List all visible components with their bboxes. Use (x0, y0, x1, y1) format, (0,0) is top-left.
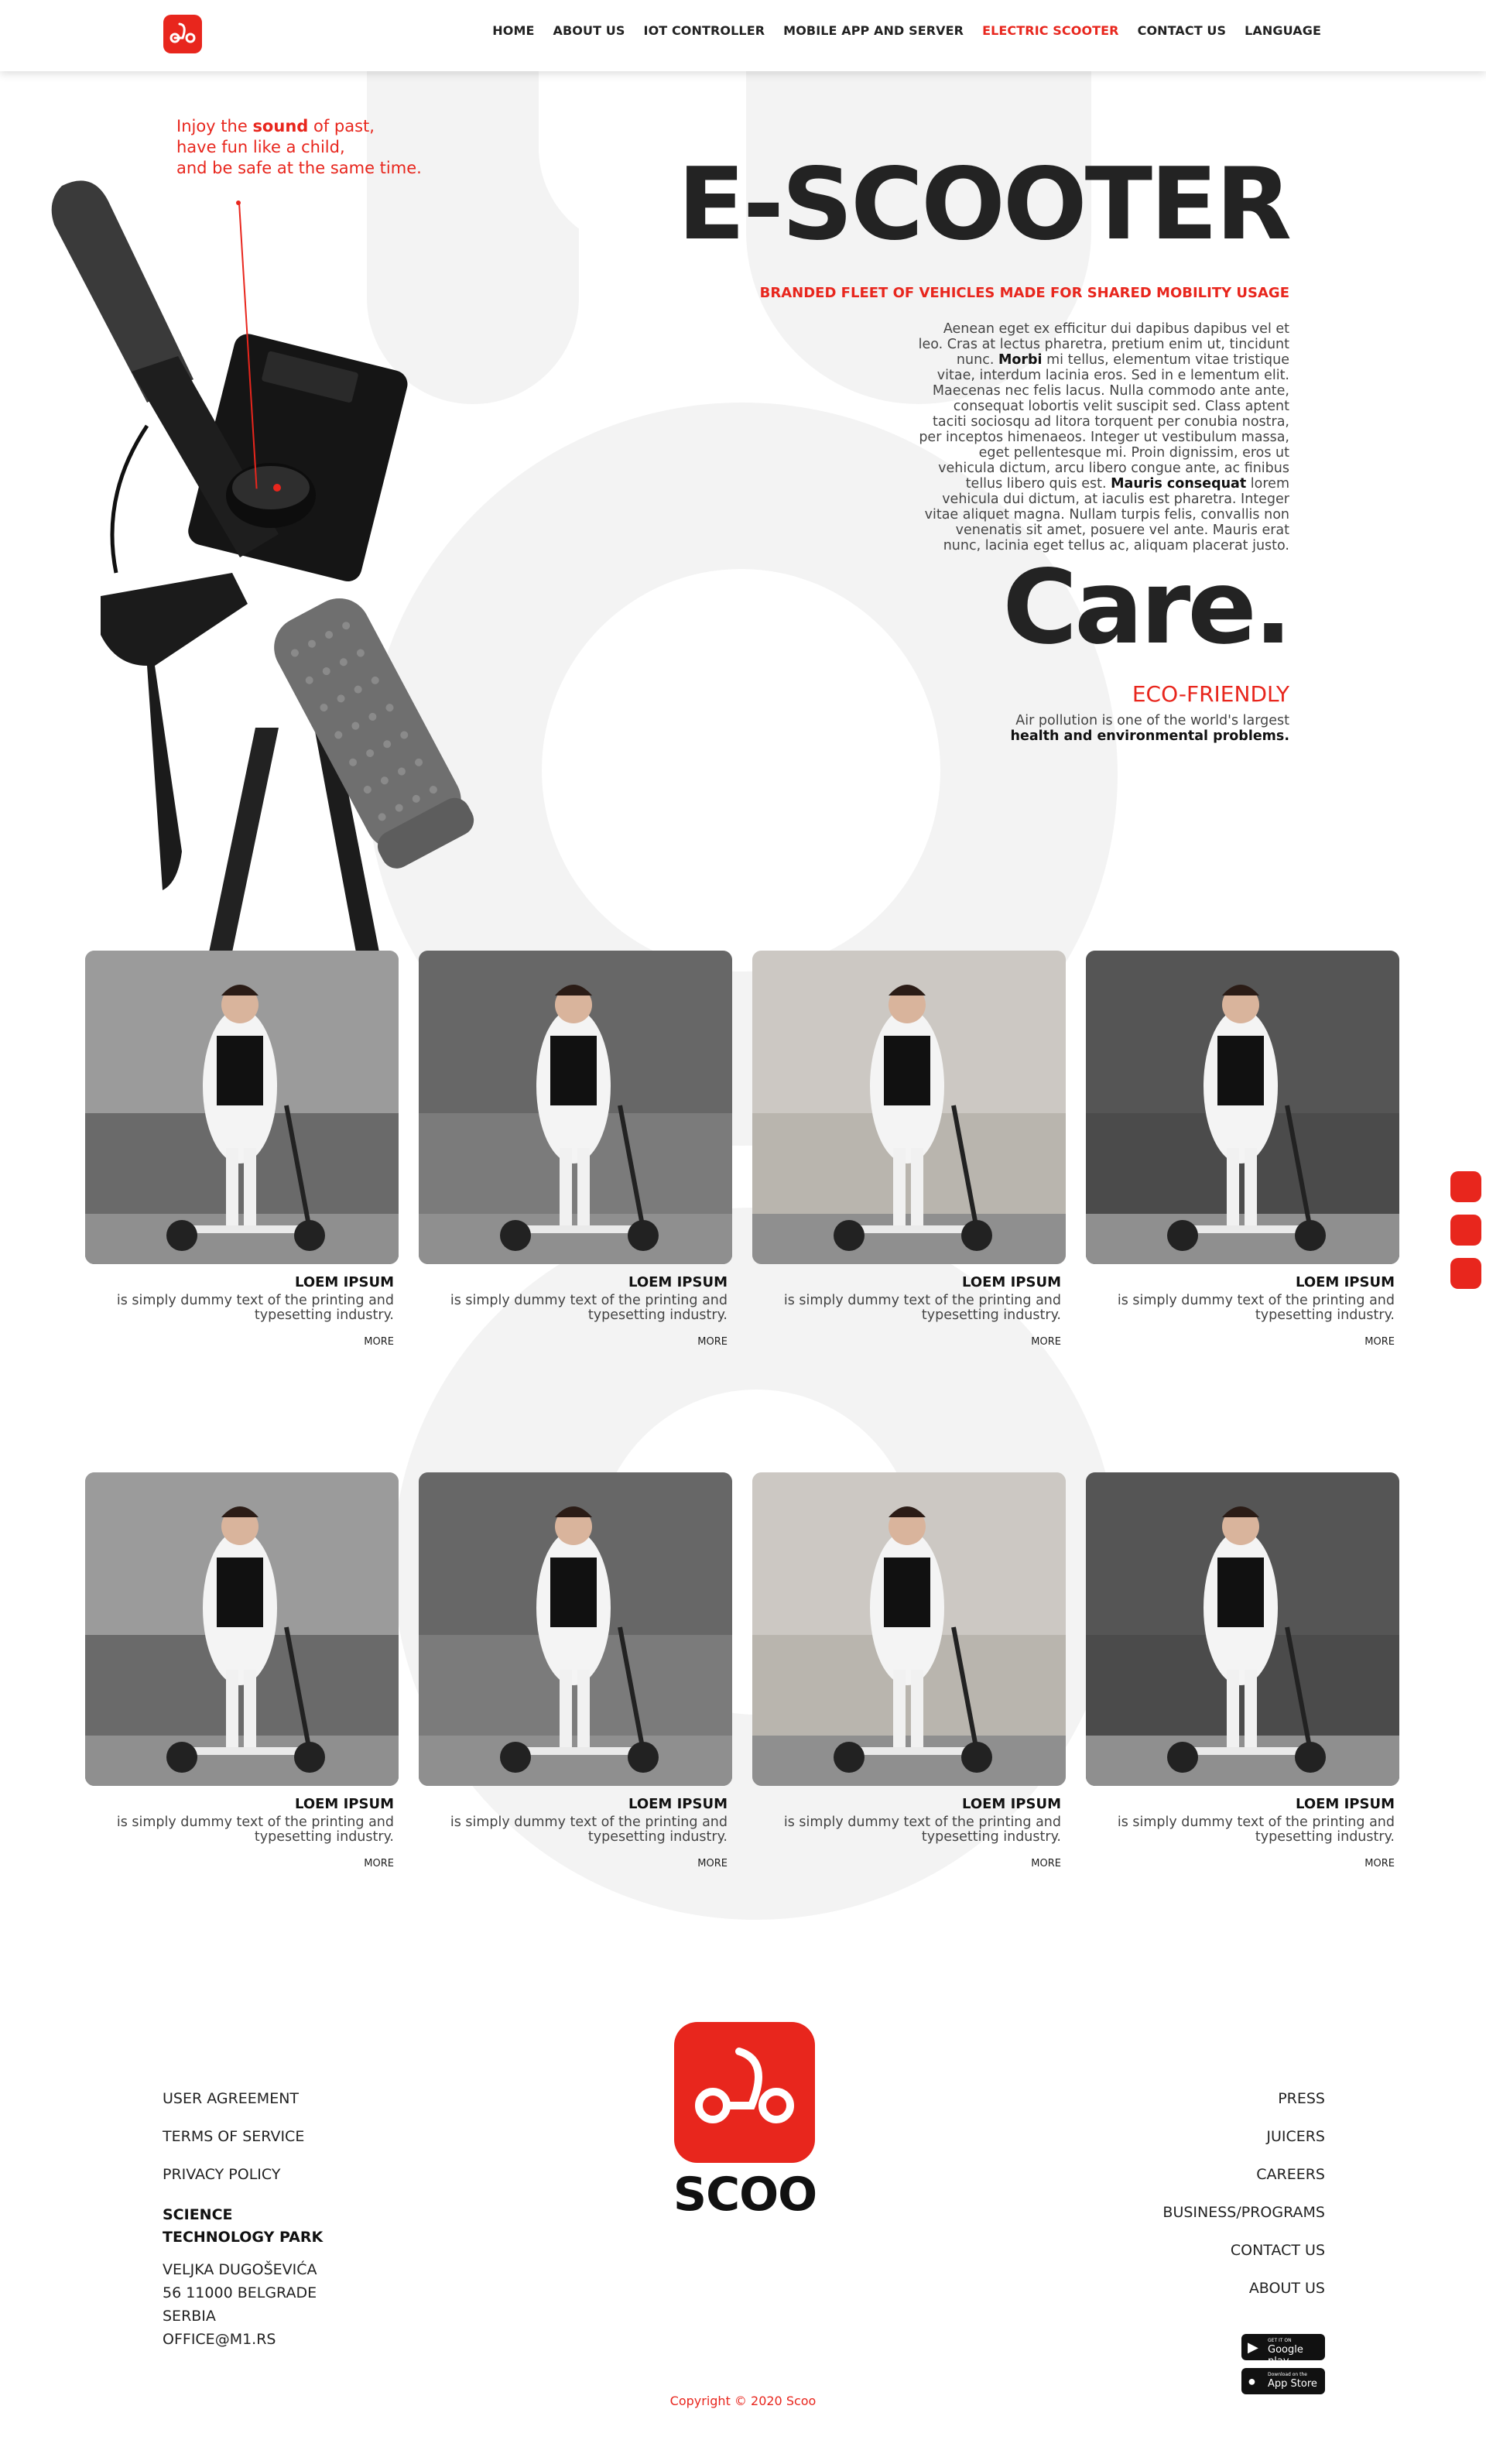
google-play-icon: ▶ (1248, 2339, 1258, 2355)
card-description: is simply dummy text of the printing and… (1117, 1293, 1395, 1323)
card-description: is simply dummy text of the printing and… (116, 1815, 394, 1845)
card-grid-row-2: LOEM IPSUM is simply dummy text of the pr… (85, 1472, 1401, 1869)
scooter-handlebar-image (51, 180, 474, 952)
google-play-button[interactable]: ▶ GET IT ON Google play (1241, 2334, 1325, 2367)
site-header: HOME ABOUT US IOT CONTROLLER MOBILE APP … (0, 0, 1486, 71)
card-more-link[interactable]: MORE (419, 1336, 732, 1348)
card-description: is simply dummy text of the printing and… (1117, 1815, 1395, 1845)
card-more-link[interactable]: MORE (752, 1858, 1066, 1869)
footer-link-terms[interactable]: TERMS OF SERVICE (163, 2128, 323, 2145)
nav-about-us[interactable]: ABOUT US (553, 23, 625, 38)
nav-home[interactable]: HOME (492, 23, 534, 38)
card-grid-row-1: LOEM IPSUM is simply dummy text of the pr… (85, 951, 1401, 1348)
footer-link-about[interactable]: ABOUT US (1162, 2280, 1325, 2297)
footer-link-privacy[interactable]: PRIVACY POLICY (163, 2166, 323, 2183)
care-text: Air pollution is one of the world's larg… (1010, 713, 1290, 744)
nav-mobile-app[interactable]: MOBILE APP AND SERVER (783, 23, 964, 38)
card-more-link[interactable]: MORE (85, 1858, 399, 1869)
watermark-shape (367, 1920, 1141, 2013)
card-photo[interactable] (1086, 1472, 1399, 1786)
scoo-logo-icon[interactable] (163, 15, 202, 53)
card-description: is simply dummy text of the printing and… (783, 1815, 1061, 1845)
product-card: LOEM IPSUM is simply dummy text of the pr… (1086, 951, 1399, 1348)
card-more-link[interactable]: MORE (752, 1336, 1066, 1348)
app-store-button[interactable]: ● Download on the App Store (1241, 2368, 1325, 2394)
footer-right: PRESS JUICERS CAREERS BUSINESS/PROGRAMS … (1162, 2090, 1325, 2318)
nav-language[interactable]: LANGUAGE (1245, 23, 1321, 38)
product-card: LOEM IPSUM is simply dummy text of the pr… (752, 1472, 1066, 1869)
product-card: LOEM IPSUM is simply dummy text of the pr… (419, 951, 732, 1348)
product-card: LOEM IPSUM is simply dummy text of the pr… (1086, 1472, 1399, 1869)
card-title: LOEM IPSUM (295, 1796, 394, 1812)
card-title: LOEM IPSUM (628, 1274, 728, 1290)
main-nav: HOME ABOUT US IOT CONTROLLER MOBILE APP … (492, 23, 1321, 38)
nav-contact-us[interactable]: CONTACT US (1138, 23, 1227, 38)
card-more-link[interactable]: MORE (419, 1858, 732, 1869)
card-photo[interactable] (419, 951, 732, 1264)
hero-title: E-SCOOTER (677, 147, 1292, 262)
footer-email[interactable]: OFFICE@M1.RS (163, 2331, 276, 2348)
card-more-link[interactable]: MORE (1086, 1858, 1399, 1869)
card-description: is simply dummy text of the printing and… (783, 1293, 1061, 1323)
care-title: Care. (1002, 548, 1293, 667)
footer-address: VELJKA DUGOŠEVIĆA 56 11000 BELGRADE SERB… (163, 2261, 317, 2348)
footer-link-careers[interactable]: CAREERS (1162, 2166, 1325, 2183)
hero-section: E-SCOOTER BRANDED FLEET OF VEHICLES MADE… (670, 147, 1292, 554)
side-navigation (1450, 1171, 1481, 1301)
footer-brand-name: SCOO (673, 2168, 817, 2222)
product-card: LOEM IPSUM is simply dummy text of the pr… (752, 951, 1066, 1348)
hero-paragraph: Aenean eget ex efficitur dui dapibus dap… (918, 321, 1289, 553)
hero-subtitle: BRANDED FLEET OF VEHICLES MADE FOR SHARE… (759, 285, 1289, 301)
nav-electric-scooter[interactable]: ELECTRIC SCOOTER (982, 23, 1119, 38)
product-card: LOEM IPSUM is simply dummy text of the pr… (85, 1472, 399, 1869)
card-description: is simply dummy text of the printing and… (116, 1293, 394, 1323)
side-nav-dot[interactable] (1450, 1215, 1481, 1246)
product-card: LOEM IPSUM is simply dummy text of the pr… (419, 1472, 732, 1869)
footer-left: USER AGREEMENT TERMS OF SERVICE PRIVACY … (163, 2090, 323, 2351)
footer-park-name: SCIENCE TECHNOLOGY PARK (163, 2206, 324, 2246)
footer-link-user-agreement[interactable]: USER AGREEMENT (163, 2090, 323, 2107)
card-title: LOEM IPSUM (962, 1796, 1061, 1812)
footer-logo-icon[interactable] (674, 2022, 815, 2163)
card-title: LOEM IPSUM (628, 1796, 728, 1812)
footer-link-contact[interactable]: CONTACT US (1162, 2242, 1325, 2259)
card-photo[interactable] (752, 951, 1066, 1264)
nav-iot-controller[interactable]: IOT CONTROLLER (644, 23, 765, 38)
side-nav-dot[interactable] (1450, 1258, 1481, 1289)
card-description: is simply dummy text of the printing and… (450, 1815, 728, 1845)
card-photo[interactable] (1086, 951, 1399, 1264)
card-more-link[interactable]: MORE (1086, 1336, 1399, 1348)
care-subtitle: ECO-FRIENDLY (1132, 681, 1289, 707)
card-description: is simply dummy text of the printing and… (450, 1293, 728, 1323)
card-title: LOEM IPSUM (962, 1274, 1061, 1290)
footer-link-juicers[interactable]: JUICERS (1162, 2128, 1325, 2145)
card-photo[interactable] (85, 951, 399, 1264)
copyright-text: Copyright © 2020 Scoo (669, 2394, 817, 2408)
footer-link-press[interactable]: PRESS (1162, 2090, 1325, 2107)
card-photo[interactable] (419, 1472, 732, 1786)
footer-link-business[interactable]: BUSINESS/PROGRAMS (1162, 2204, 1325, 2221)
card-title: LOEM IPSUM (295, 1274, 394, 1290)
card-title: LOEM IPSUM (1296, 1274, 1395, 1290)
apple-icon: ● (1248, 2373, 1256, 2389)
card-photo[interactable] (85, 1472, 399, 1786)
card-more-link[interactable]: MORE (85, 1336, 399, 1348)
card-photo[interactable] (752, 1472, 1066, 1786)
hero-tagline: Injoy the sound of past, have fun like a… (176, 117, 422, 177)
card-title: LOEM IPSUM (1296, 1796, 1395, 1812)
side-nav-dot[interactable] (1450, 1171, 1481, 1202)
product-card: LOEM IPSUM is simply dummy text of the pr… (85, 951, 399, 1348)
care-section: Care. ECO-FRIENDLY Air pollution is one … (748, 548, 1293, 744)
